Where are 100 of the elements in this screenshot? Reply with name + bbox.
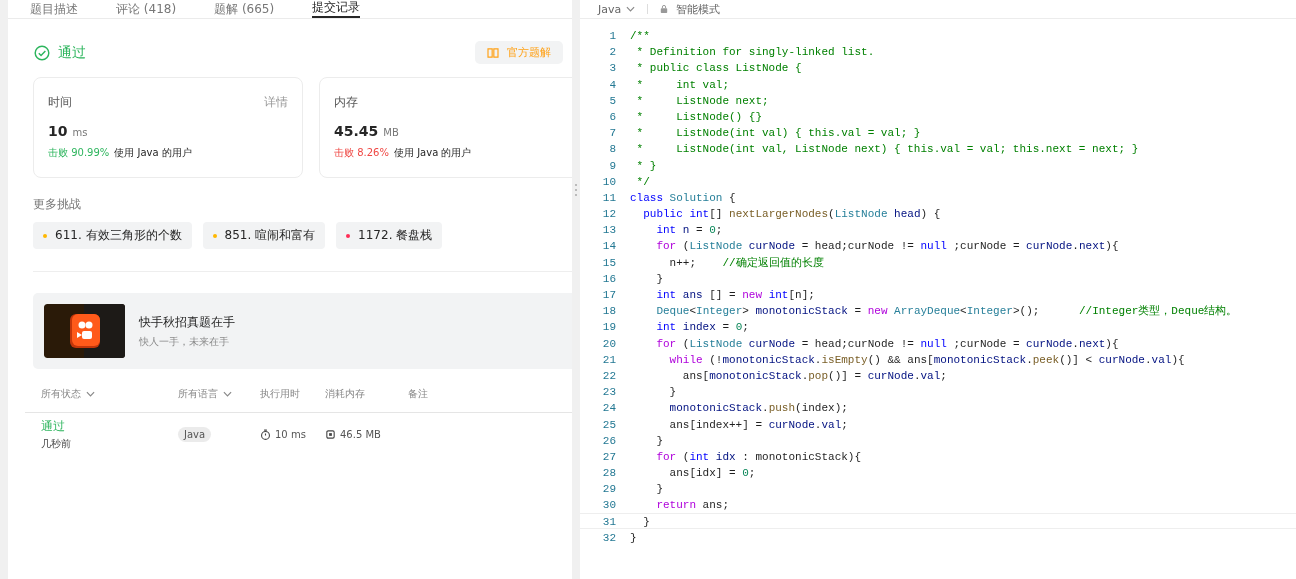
code-line: * Definition for singly-linked list. (635, 45, 875, 59)
problem-title: 851. 喧闹和富有 (224, 227, 316, 244)
banner-subtitle: 快人一手，未来在手 (139, 334, 230, 349)
code-line: } (668, 385, 677, 399)
chevron-down-icon (223, 391, 232, 397)
language-selector[interactable]: Java (598, 2, 636, 16)
code-line: ans[idx] = 0; (668, 466, 756, 480)
code-line: Deque<Integer> monotonicStack = new ArrayDeque<Integer>(); //Integer类型，Deque结构。 (655, 304, 1238, 318)
line-number: 21 (601, 352, 616, 366)
stopwatch-icon (260, 429, 271, 440)
line-number: 23 (601, 385, 616, 399)
line-number: 2 (608, 45, 616, 59)
status-text: 通过 (58, 43, 86, 62)
card-title: 内存 (334, 94, 358, 111)
line-number: 15 (601, 255, 616, 269)
code-line: } (655, 433, 663, 447)
code-line: for (ListNode curNode = head;curNode != null ;curNode = curNode.next){ (655, 336, 1119, 350)
code-line: for (int idx : monotonicStack){ (655, 449, 862, 464)
line-number: 6 (608, 109, 616, 124)
code-line: while (!monotonicStack.isEmpty() && ans[monotonicStack.peek()] < curNode.val){ (668, 352, 1185, 366)
beat-percentage: 击败 90.99% (48, 146, 110, 160)
code-line: } (655, 482, 663, 496)
submission-time: 几秒前 (41, 437, 71, 451)
problem-chip[interactable]: 611. 有效三角形的个数 (33, 222, 192, 249)
problem-title: 611. 有效三角形的个数 (55, 227, 182, 244)
chip-icon (325, 429, 336, 440)
tab[interactable]: 题目描述 (30, 2, 78, 18)
chevron-down-icon (86, 391, 95, 397)
column-header[interactable]: 所有语言 (178, 387, 260, 401)
line-number: 12 (601, 207, 616, 221)
tab[interactable]: 题解 (665) (214, 2, 275, 18)
beat-note: 使用 Java 的用户 (393, 146, 472, 160)
beat-percentage: 击败 8.26% (334, 146, 389, 160)
code-line: * int val; (635, 77, 730, 91)
line-number: 7 (608, 126, 616, 140)
line-number: 28 (601, 466, 616, 480)
card-title: 时间 (48, 94, 72, 111)
code-line: ans[index++] = curNode.val; (668, 417, 848, 431)
line-number: 26 (601, 433, 616, 447)
promo-banner[interactable]: 快手秋招真题在手 快人一手，未来在手 (33, 293, 572, 369)
section-title: 更多挑战 (33, 196, 82, 213)
line-number: 1 (608, 29, 616, 43)
column-header[interactable]: 所有状态 (25, 387, 178, 401)
line-number: 22 (601, 368, 616, 383)
line-number: 10 (601, 174, 616, 188)
line-number: 18 (601, 304, 616, 318)
line-number: 14 (601, 239, 616, 253)
stat-unit: MB (383, 127, 399, 138)
tab[interactable]: 评论 (418) (116, 2, 177, 18)
check-circle-icon (34, 44, 50, 61)
line-number: 24 (601, 401, 616, 415)
line-number: 31 (601, 514, 616, 528)
code-line: ans[monotonicStack.pop()] = curNode.val; (681, 368, 947, 383)
line-number: 29 (601, 482, 616, 496)
beat-note: 使用 Java 的用户 (114, 146, 192, 160)
line-number: 20 (601, 336, 616, 350)
code-line: /** (630, 29, 650, 43)
memory-value: 46.5 MB (340, 429, 381, 440)
code-line: monotonicStack.push(index); (668, 401, 848, 415)
line-number: 30 (601, 498, 616, 512)
code-line: n++; //确定返回值的长度 (668, 255, 824, 269)
code-line: * ListNode(int val, ListNode next) { this.val = val; this.next = next; } (635, 142, 1139, 156)
stat-unit: ms (72, 127, 88, 138)
runtime-value: 10 ms (275, 429, 306, 440)
book-icon (487, 47, 499, 58)
line-number: 27 (601, 449, 616, 464)
code-line: for (ListNode curNode = head;curNode != null ;curNode = curNode.next){ (655, 239, 1119, 253)
drag-handle-icon[interactable] (574, 182, 578, 197)
code-line: int ans [] = new int[n]; (655, 288, 815, 302)
code-line: * ListNode() {} (635, 109, 763, 124)
code-line: * } (635, 158, 657, 172)
code-line: */ (635, 174, 650, 188)
code-line: * ListNode(int val) { this.val = val; } (635, 126, 921, 140)
details-link[interactable]: 详情 (264, 94, 288, 111)
line-number: 11 (601, 190, 616, 205)
language-tag: Java (178, 427, 212, 442)
line-number: 5 (608, 93, 616, 107)
code-line: class Solution { (630, 190, 736, 205)
code-line: } (630, 530, 637, 544)
tab[interactable]: 提交记录 (312, 0, 361, 18)
submission-status[interactable]: 通过 (41, 418, 65, 435)
stat-value: 10 (48, 123, 68, 139)
problem-title: 1172. 餐盘栈 (358, 227, 433, 244)
stat-value: 45.45 (334, 123, 379, 139)
line-number: 19 (601, 320, 616, 334)
code-line: * public class ListNode { (635, 61, 802, 75)
code-line: public int[] nextLargerNodes(ListNode head) { (642, 207, 941, 221)
chevron-down-icon (626, 6, 636, 12)
line-number: 32 (601, 530, 616, 544)
problem-chip[interactable]: 1172. 餐盘栈 (336, 222, 443, 249)
code-line: int index = 0; (655, 320, 749, 334)
line-number: 4 (608, 77, 616, 91)
code-line: int n = 0; (655, 223, 723, 237)
line-number: 3 (608, 61, 616, 75)
column-header: 执行用时 (260, 387, 301, 401)
line-number: 13 (601, 223, 616, 237)
column-header: 消耗内存 (325, 387, 366, 401)
mode-toggle[interactable]: 智能模式 (676, 1, 721, 17)
problem-chip[interactable]: 851. 喧闹和富有 (202, 222, 326, 249)
column-header: 备注 (408, 387, 428, 401)
